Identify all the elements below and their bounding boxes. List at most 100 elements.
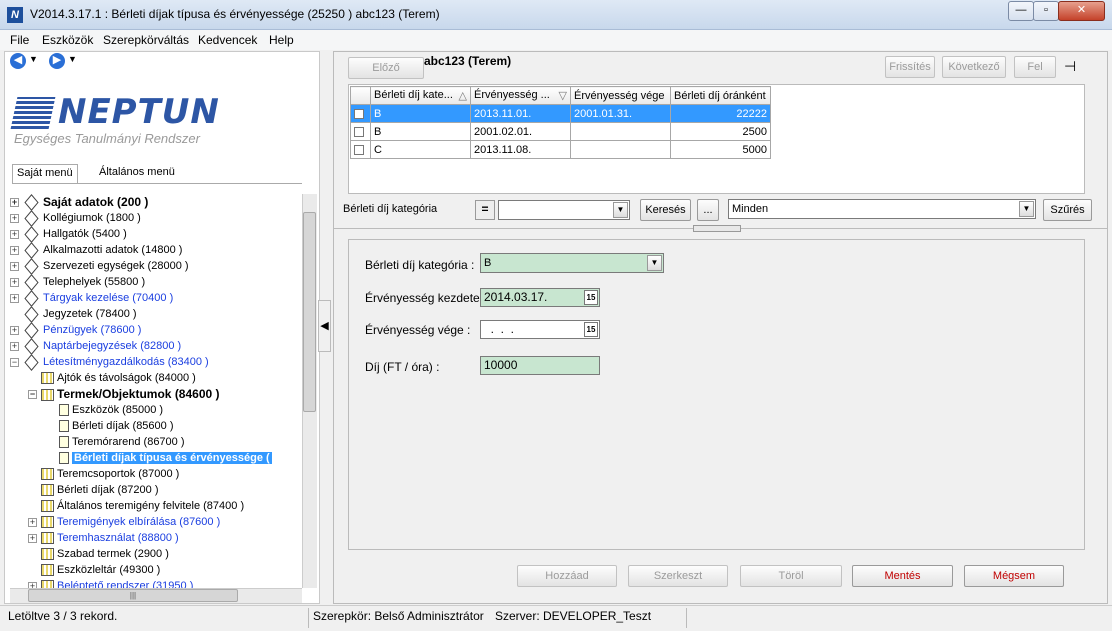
calendar-icon[interactable]: 15: [584, 322, 598, 337]
expand-icon[interactable]: +: [28, 533, 37, 543]
cell-end[interactable]: [570, 122, 671, 141]
cancel-button[interactable]: Mégsem: [964, 565, 1064, 587]
cell-fee[interactable]: 5000: [670, 140, 771, 159]
cell-end[interactable]: 2001.01.31.: [570, 104, 671, 123]
chevron-down-icon[interactable]: ▼: [1019, 201, 1034, 217]
search-button[interactable]: Keresés: [640, 199, 691, 221]
collapse-icon[interactable]: −: [28, 390, 37, 400]
tree-item[interactable]: + Kollégiumok (1800 ): [10, 209, 141, 227]
previous-button[interactable]: Előző: [348, 57, 424, 79]
tree-item[interactable]: + Teremhasználat (88800 ): [28, 530, 179, 546]
expand-icon[interactable]: +: [10, 325, 19, 335]
expand-icon[interactable]: +: [28, 517, 37, 527]
table-row[interactable]: C 2013.11.08. 5000: [350, 140, 771, 159]
tree-item[interactable]: + Teremigények elbírálása (87600 ): [28, 514, 220, 530]
tab-own-menu[interactable]: Saját menü: [12, 164, 78, 183]
tree-item[interactable]: Bérleti díjak (87200 ): [28, 482, 159, 498]
collapse-icon[interactable]: −: [10, 357, 19, 367]
row-checkbox[interactable]: [350, 104, 371, 123]
minimize-button[interactable]: —: [1008, 1, 1034, 21]
tree-item[interactable]: + Beléptető rendszer (31950 ): [28, 578, 193, 588]
maximize-button[interactable]: ▫: [1033, 1, 1059, 21]
tree-item[interactable]: + Tárgyak kezelése (70400 ): [10, 289, 173, 307]
tree-item[interactable]: Ajtók és távolságok (84000 ): [28, 370, 196, 386]
tree-item[interactable]: + Telephelyek (55800 ): [10, 273, 145, 291]
tree-item[interactable]: + Hallgatók (5400 ): [10, 225, 127, 243]
menu-help[interactable]: Help: [269, 33, 294, 47]
forward-icon[interactable]: ▶: [49, 53, 65, 69]
filter-value-combo[interactable]: ▼: [498, 200, 630, 220]
column-header-start[interactable]: Érvényesség ... ▽: [470, 86, 571, 105]
expand-icon[interactable]: +: [10, 198, 19, 208]
menu-file[interactable]: File: [10, 33, 29, 47]
expand-icon[interactable]: +: [10, 213, 19, 223]
expand-icon[interactable]: +: [10, 261, 19, 271]
tree-item[interactable]: + Pénzügyek (78600 ): [10, 321, 141, 339]
delete-button[interactable]: Töröl: [740, 565, 842, 587]
close-button[interactable]: ✕: [1058, 1, 1105, 21]
tree-item[interactable]: + Saját adatok (200 ): [10, 194, 148, 212]
cell-fee[interactable]: 22222: [670, 104, 771, 123]
tree-item[interactable]: Jegyzetek (78400 ): [10, 305, 137, 323]
add-button[interactable]: Hozzáad: [517, 565, 617, 587]
expand-icon[interactable]: +: [10, 293, 19, 303]
tree-item[interactable]: Szabad termek (2900 ): [28, 546, 169, 562]
menu-role-switch[interactable]: Szerepkörváltás: [103, 33, 189, 47]
cell-category[interactable]: B: [370, 122, 471, 141]
back-icon[interactable]: ◀: [10, 53, 26, 69]
menu-tools[interactable]: Eszközök: [42, 33, 93, 47]
edit-button[interactable]: Szerkeszt: [628, 565, 728, 587]
column-header-fee[interactable]: Bérleti díj óránként: [670, 86, 771, 105]
back-dropdown-icon[interactable]: ▼: [29, 54, 38, 64]
column-header-end[interactable]: Érvényesség vége: [570, 86, 671, 105]
tree-item[interactable]: + Szervezeti egységek (28000 ): [10, 257, 189, 275]
ellipsis-button[interactable]: ...: [697, 199, 719, 221]
expand-icon[interactable]: +: [10, 341, 19, 351]
checkbox[interactable]: [354, 126, 364, 137]
tree-item[interactable]: Eszközök (85000 ): [46, 402, 163, 418]
chevron-down-icon[interactable]: ▼: [647, 255, 662, 271]
calendar-icon[interactable]: 15: [584, 290, 598, 305]
menu-favorites[interactable]: Kedvencek: [198, 33, 257, 47]
column-header-select[interactable]: [350, 86, 371, 105]
expand-icon[interactable]: +: [10, 229, 19, 239]
tab-general-menu[interactable]: Általános menü: [95, 164, 179, 183]
filter-button[interactable]: Szűrés: [1043, 199, 1092, 221]
cell-category[interactable]: B: [370, 104, 471, 123]
scope-combo[interactable]: Minden ▼: [728, 199, 1036, 219]
column-header-category[interactable]: Bérleti díj kate... △: [370, 86, 471, 105]
start-date-field[interactable]: 2014.03.17. 15: [480, 288, 600, 307]
tree-item[interactable]: Teremórarend (86700 ): [46, 434, 185, 450]
tree-item[interactable]: + Naptárbejegyzések (82800 ): [10, 337, 181, 355]
checkbox[interactable]: [354, 108, 364, 119]
forward-dropdown-icon[interactable]: ▼: [68, 54, 77, 64]
category-combo[interactable]: B ▼: [480, 253, 664, 273]
fee-field[interactable]: 10000: [480, 356, 600, 375]
end-date-field[interactable]: . . . 15: [480, 320, 600, 339]
tree-item[interactable]: Általános teremigény felvitele (87400 ): [28, 498, 244, 514]
table-row[interactable]: B 2001.02.01. 2500: [350, 122, 771, 141]
table-row[interactable]: B 2013.11.01. 2001.01.31. 22222: [350, 104, 771, 123]
filter-operator-button[interactable]: =: [475, 200, 495, 220]
cell-start[interactable]: 2001.02.01.: [470, 122, 571, 141]
cell-category[interactable]: C: [370, 140, 471, 159]
cell-start[interactable]: 2013.11.01.: [470, 104, 571, 123]
tree-item[interactable]: Eszközleltár (49300 ): [28, 562, 160, 578]
row-checkbox[interactable]: [350, 122, 371, 141]
chevron-down-icon[interactable]: ▼: [613, 202, 628, 218]
tree-item[interactable]: − Létesítménygazdálkodás (83400 ): [10, 353, 209, 371]
tree-item[interactable]: Bérleti díjak (85600 ): [46, 418, 174, 434]
tree-horizontal-scroll-thumb[interactable]: |||: [28, 589, 238, 602]
expand-icon[interactable]: +: [10, 245, 19, 255]
checkbox[interactable]: [354, 144, 364, 155]
cell-end[interactable]: [570, 140, 671, 159]
tree-item[interactable]: Bérleti díjak típusa és érvényessége (: [46, 450, 272, 466]
tree-item[interactable]: Teremcsoportok (87000 ): [28, 466, 179, 482]
expand-icon[interactable]: +: [10, 277, 19, 287]
refresh-button[interactable]: Frissítés: [885, 56, 935, 78]
next-button[interactable]: Következő: [942, 56, 1006, 78]
row-checkbox[interactable]: [350, 140, 371, 159]
collapse-pane-button[interactable]: ◀: [318, 300, 331, 352]
tree-vertical-scroll-thumb[interactable]: [303, 212, 316, 412]
cell-start[interactable]: 2013.11.08.: [470, 140, 571, 159]
